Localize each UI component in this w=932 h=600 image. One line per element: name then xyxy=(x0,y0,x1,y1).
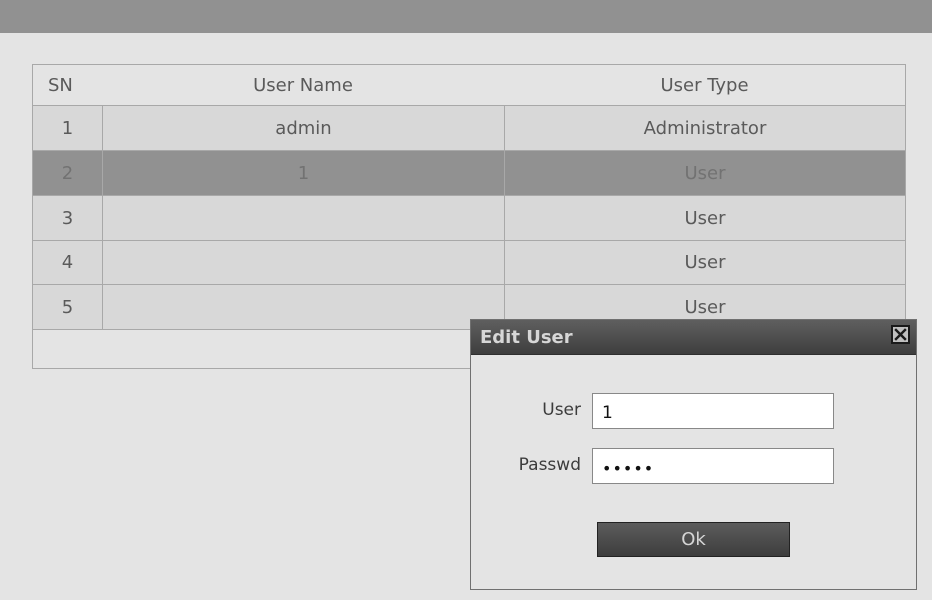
dialog-titlebar[interactable]: Edit User xyxy=(471,320,916,355)
row-user-type: User xyxy=(504,196,905,240)
row-user-type: User xyxy=(504,151,905,195)
header-user-type: User Type xyxy=(660,74,749,96)
edit-user-dialog: Edit User User Passwd Ok xyxy=(470,319,917,590)
table-row-selected[interactable]: 2 1 User xyxy=(33,151,905,196)
row-user-name xyxy=(102,241,504,284)
row-sn: 3 xyxy=(61,207,74,229)
close-icon xyxy=(894,328,907,341)
user-label: User xyxy=(542,400,581,420)
top-bar xyxy=(0,0,932,33)
user-input[interactable] xyxy=(592,393,834,429)
row-user-name xyxy=(102,196,504,240)
table-row[interactable]: 4 User xyxy=(33,241,905,285)
row-sn: 4 xyxy=(61,252,74,273)
table-header: SN User Name User Type xyxy=(33,65,905,106)
dialog-title: Edit User xyxy=(480,327,573,348)
row-sn: 2 xyxy=(61,162,74,184)
row-user-type: Administrator xyxy=(504,106,905,150)
header-user-name: User Name xyxy=(253,74,353,96)
passwd-label: Passwd xyxy=(518,455,581,475)
ok-button[interactable]: Ok xyxy=(597,522,790,557)
passwd-input[interactable] xyxy=(592,448,834,484)
close-button[interactable] xyxy=(891,325,910,344)
row-user-name xyxy=(102,285,504,329)
row-sn: 1 xyxy=(61,117,74,139)
table-row[interactable]: 1 admin Administrator xyxy=(33,106,905,151)
row-user-type: User xyxy=(504,241,905,284)
row-user-name: admin xyxy=(102,106,504,150)
row-sn: 5 xyxy=(61,296,74,318)
table-row[interactable]: 3 User xyxy=(33,196,905,241)
header-sn: SN xyxy=(48,74,73,96)
row-user-name: 1 xyxy=(102,151,504,195)
